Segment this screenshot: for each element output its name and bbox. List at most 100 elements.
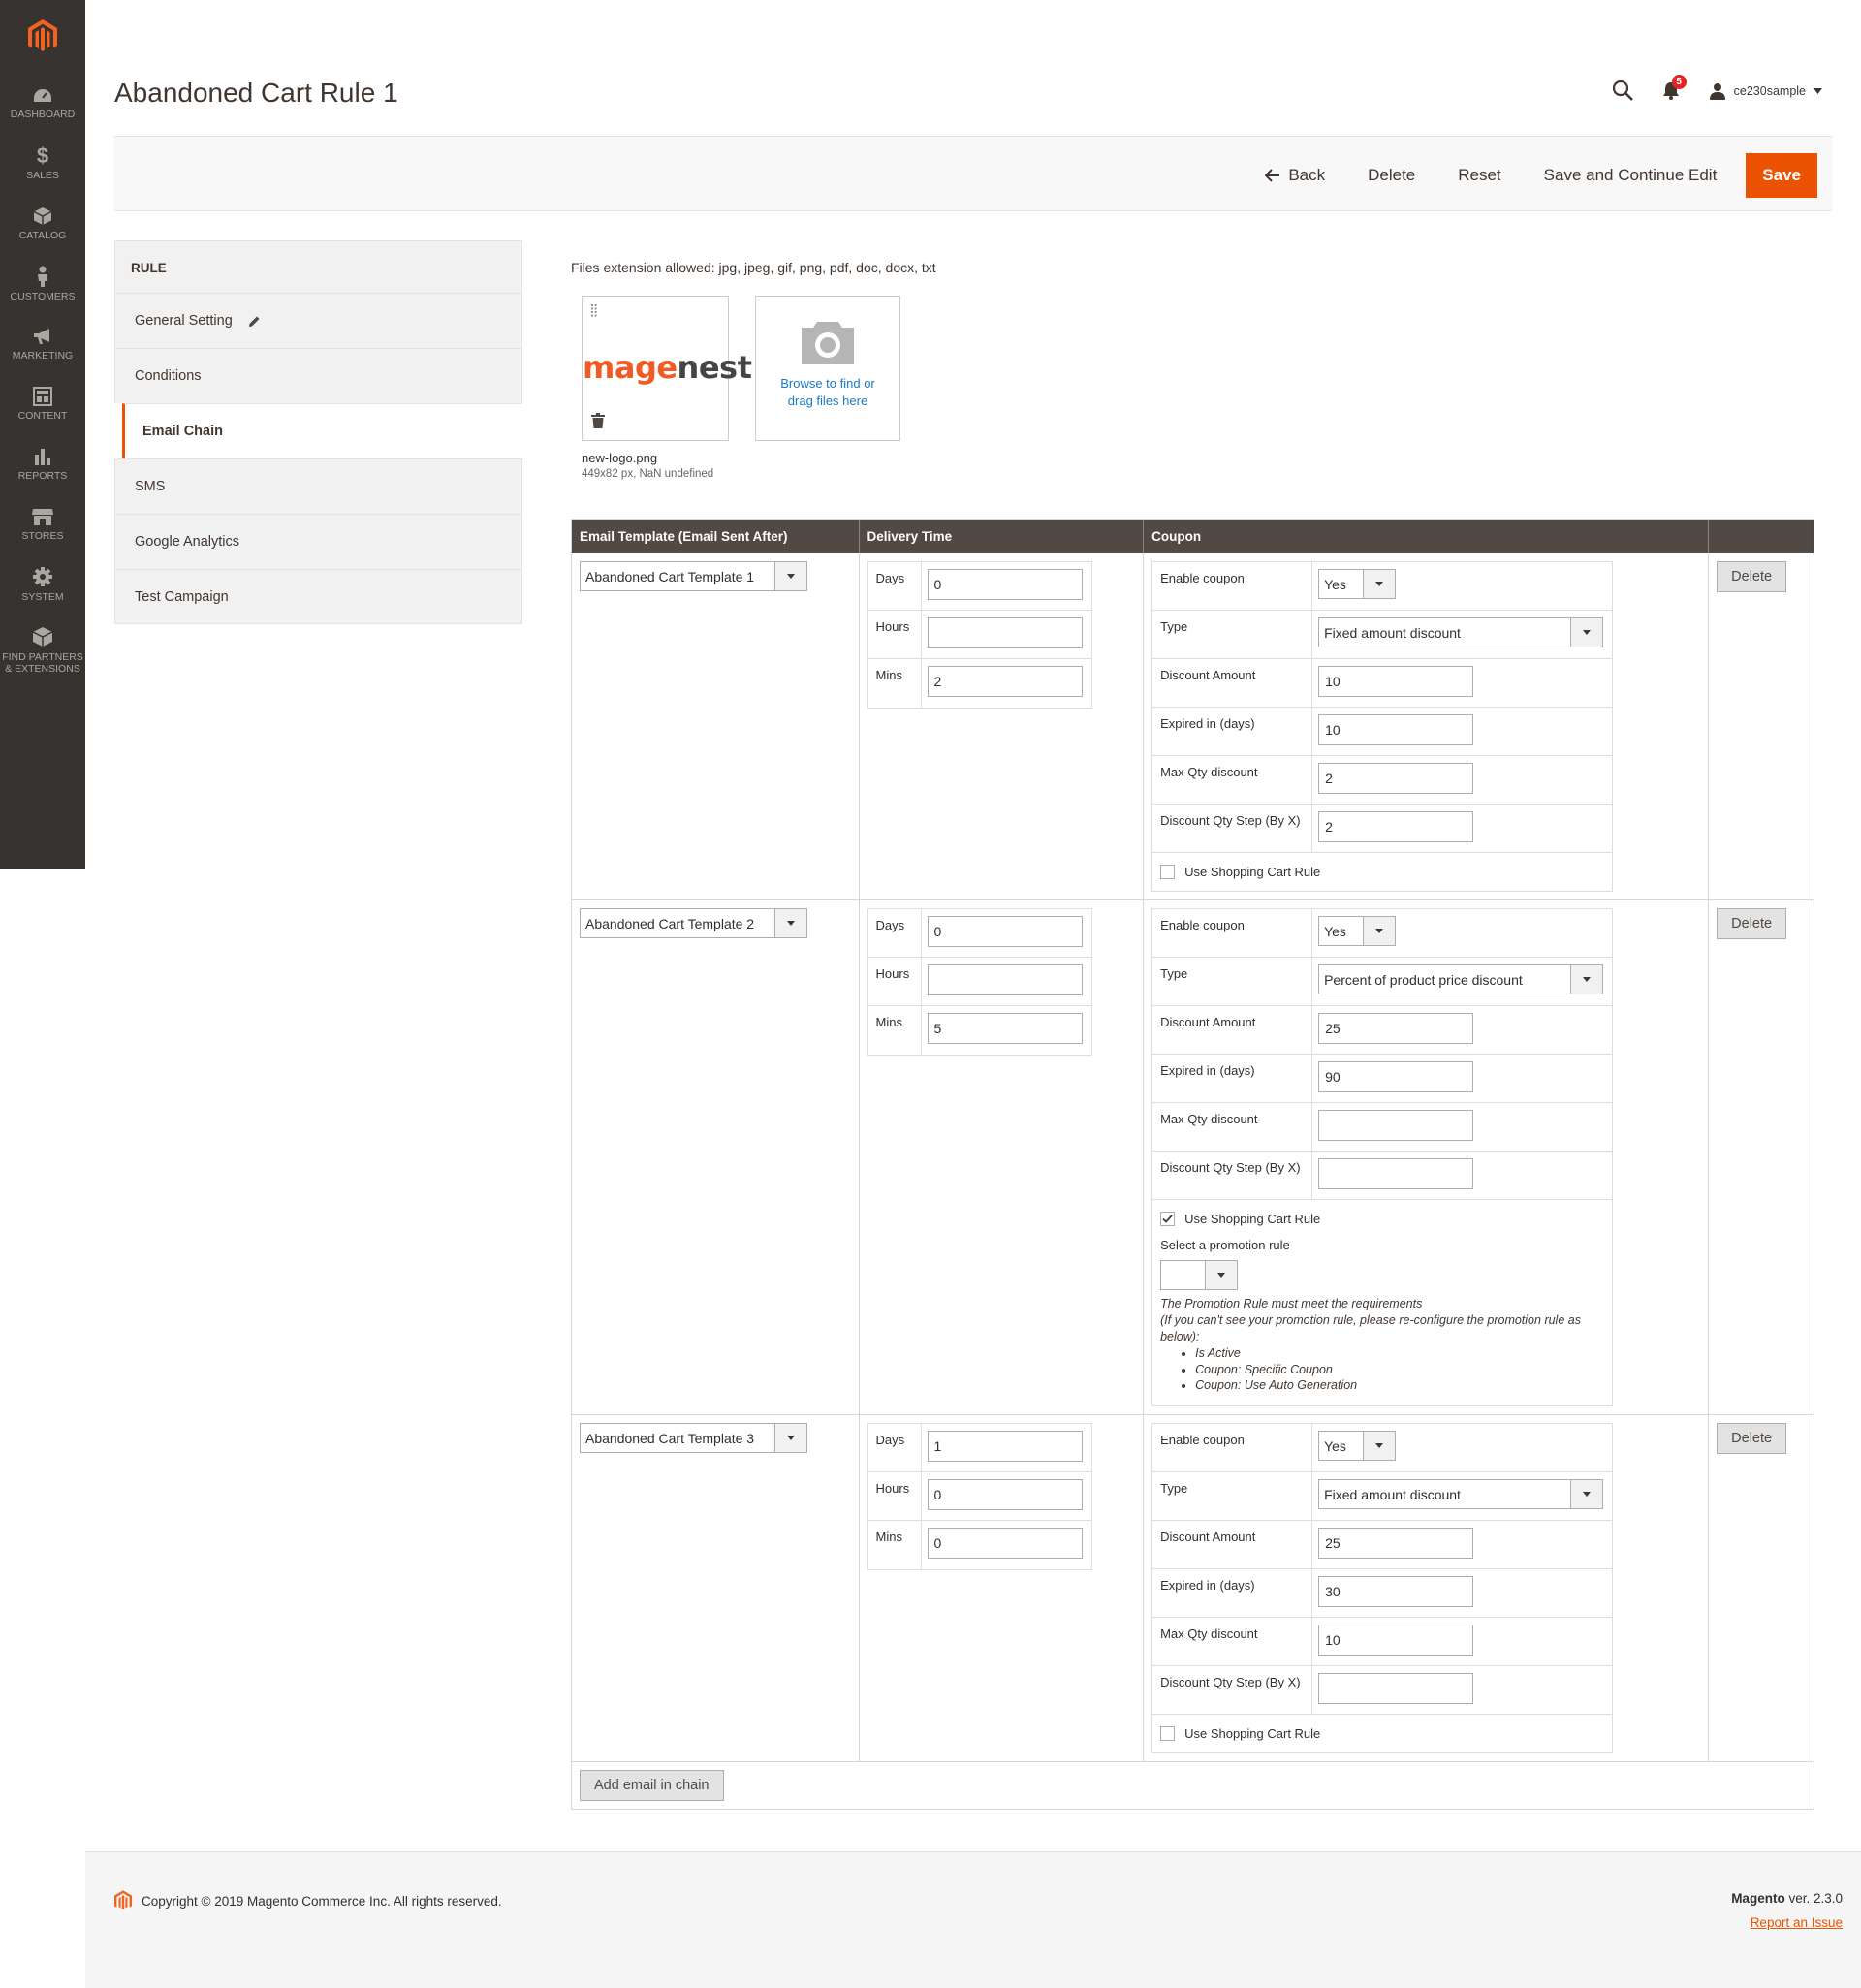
user-icon <box>1709 83 1725 100</box>
chevron-down-icon <box>1363 1432 1396 1461</box>
email-template-select[interactable]: Abandoned Cart Template 1 <box>580 561 807 591</box>
nav-reports[interactable]: REPORTS <box>0 434 85 494</box>
tab-sms[interactable]: SMS <box>114 458 522 514</box>
chevron-down-icon <box>1570 1480 1603 1509</box>
chevron-down-icon <box>1205 1261 1238 1289</box>
nav-system[interactable]: SYSTEM <box>0 554 85 615</box>
max-qty-input[interactable] <box>1318 1625 1474 1657</box>
add-email-in-chain-button[interactable]: Add email in chain <box>580 1770 724 1802</box>
chevron-down-icon <box>1363 917 1396 945</box>
hours-input[interactable] <box>927 964 1083 995</box>
delete-row-button[interactable]: Delete <box>1717 561 1787 592</box>
dollar-icon: $ <box>36 143 49 169</box>
enable-coupon-select[interactable]: Yes <box>1318 1431 1397 1462</box>
delete-button[interactable]: Delete <box>1354 154 1429 197</box>
mins-input[interactable] <box>927 1013 1083 1044</box>
footer-version: Magento ver. 2.3.0 Report an Issue <box>1731 1891 1843 1930</box>
days-input[interactable] <box>927 569 1083 600</box>
tab-test-campaign[interactable]: Test Campaign <box>114 569 522 624</box>
delivery-time-grid: Days Hours Mins <box>867 1423 1092 1571</box>
use-cart-rule-checkbox[interactable] <box>1160 1212 1176 1226</box>
discount-amount-input[interactable] <box>1318 1528 1474 1560</box>
reset-button[interactable]: Reset <box>1444 154 1514 197</box>
person-icon <box>38 266 47 287</box>
coupon-settings: Enable coupon Yes Type Percent of product … <box>1151 908 1614 1407</box>
files-extension-note: Files extension allowed: jpg, jpeg, gif,… <box>571 260 936 275</box>
nav-catalog[interactable]: CATALOG <box>0 194 85 254</box>
magento-logo[interactable] <box>0 0 85 74</box>
discount-amount-input[interactable] <box>1318 1013 1474 1044</box>
delete-row-button[interactable]: Delete <box>1717 1423 1787 1455</box>
max-qty-input[interactable] <box>1318 763 1474 794</box>
browse-files-link[interactable]: Browse to find or drag files here <box>756 375 899 409</box>
tabs-heading: RULE <box>114 240 522 293</box>
store-icon <box>32 508 53 525</box>
uploaded-file-name: new-logo.png <box>582 451 658 465</box>
chevron-down-icon <box>1363 570 1396 598</box>
email-template-select[interactable]: Abandoned Cart Template 3 <box>580 1423 807 1454</box>
expired-days-input[interactable] <box>1318 714 1474 745</box>
max-qty-input[interactable] <box>1318 1110 1474 1141</box>
drag-handle-icon[interactable]: ⣿ <box>589 302 599 318</box>
search-icon[interactable] <box>1612 79 1633 104</box>
box-icon <box>33 206 52 225</box>
nav-customers[interactable]: CUSTOMERS <box>0 254 85 314</box>
tab-google-analytics[interactable]: Google Analytics <box>114 514 522 569</box>
days-input[interactable] <box>927 1431 1083 1463</box>
save-button[interactable]: Save <box>1746 153 1817 198</box>
expired-days-input[interactable] <box>1318 1576 1474 1608</box>
promotion-rule-select[interactable] <box>1160 1260 1239 1290</box>
enable-coupon-select[interactable]: Yes <box>1318 569 1397 599</box>
discount-amount-input[interactable] <box>1318 666 1474 697</box>
user-menu[interactable]: ce230sample <box>1709 82 1822 100</box>
megaphone-icon <box>34 328 49 344</box>
discount-type-select[interactable]: Fixed amount discount <box>1318 617 1604 647</box>
delete-row-button[interactable]: Delete <box>1717 908 1787 939</box>
mins-input[interactable] <box>927 1528 1083 1560</box>
table-row: Abandoned Cart Template 3 Days Hours Min… <box>572 1415 1814 1763</box>
dashboard-icon <box>34 88 51 102</box>
arrow-left-icon <box>1265 169 1280 182</box>
discount-type-select[interactable]: Fixed amount discount <box>1318 1479 1604 1510</box>
mins-input[interactable] <box>927 666 1083 697</box>
report-issue-link[interactable]: Report an Issue <box>1731 1915 1843 1930</box>
use-cart-rule-checkbox[interactable] <box>1160 865 1176 879</box>
notifications-bell[interactable]: 5 <box>1662 74 1687 103</box>
hours-input[interactable] <box>927 617 1083 648</box>
nav-dashboard[interactable]: DASHBOARD <box>0 74 85 134</box>
nav-sales[interactable]: $ SALES <box>0 134 85 194</box>
use-cart-rule-checkbox[interactable] <box>1160 1726 1176 1742</box>
table-row: Abandoned Cart Template 2 Days Hours Min… <box>572 900 1814 1416</box>
gear-icon <box>33 566 52 586</box>
days-input[interactable] <box>927 916 1083 947</box>
nav-find-partners[interactable]: FIND PARTNERS & EXTENSIONS <box>0 615 85 686</box>
nav-stores[interactable]: STORES <box>0 494 85 554</box>
page-actions-bar: Back Delete Reset Save and Continue Edit… <box>114 136 1832 211</box>
qty-step-input[interactable] <box>1318 811 1474 842</box>
qty-step-input[interactable] <box>1318 1673 1474 1705</box>
footer-copyright: Copyright © 2019 Magento Commerce Inc. A… <box>114 1890 502 1911</box>
chevron-down-icon <box>774 562 806 590</box>
admin-sidebar: DASHBOARD $ SALES CATALOG CUSTOMERS MARK… <box>0 0 85 869</box>
file-uploader-dropzone[interactable]: Browse to find or drag files here <box>755 296 900 441</box>
expired-days-input[interactable] <box>1318 1061 1474 1092</box>
email-template-select[interactable]: Abandoned Cart Template 2 <box>580 908 807 938</box>
discount-type-select[interactable]: Percent of product price discount <box>1318 964 1604 994</box>
hours-input[interactable] <box>927 1479 1083 1511</box>
magento-logo-icon <box>114 1890 132 1909</box>
checkmark-icon <box>1162 1215 1173 1223</box>
back-button[interactable]: Back <box>1251 154 1339 197</box>
tab-general-setting[interactable]: General Setting <box>114 293 522 348</box>
qty-step-input[interactable] <box>1318 1158 1474 1189</box>
save-and-continue-button[interactable]: Save and Continue Edit <box>1530 154 1731 197</box>
promotion-rule-section: Select a promotion rule The Promotion Ru… <box>1152 1238 1612 1405</box>
caret-down-icon <box>1814 88 1822 94</box>
tab-email-chain[interactable]: Email Chain <box>122 403 522 458</box>
delivery-time-grid: Days Hours Mins <box>867 908 1092 1056</box>
nav-content[interactable]: CONTENT <box>0 374 85 434</box>
enable-coupon-select[interactable]: Yes <box>1318 916 1397 946</box>
uploaded-image-preview[interactable]: ⣿ magenest <box>582 296 752 441</box>
trash-icon[interactable] <box>591 413 605 431</box>
nav-marketing[interactable]: MARKETING <box>0 314 85 374</box>
tab-conditions[interactable]: Conditions <box>114 348 522 403</box>
